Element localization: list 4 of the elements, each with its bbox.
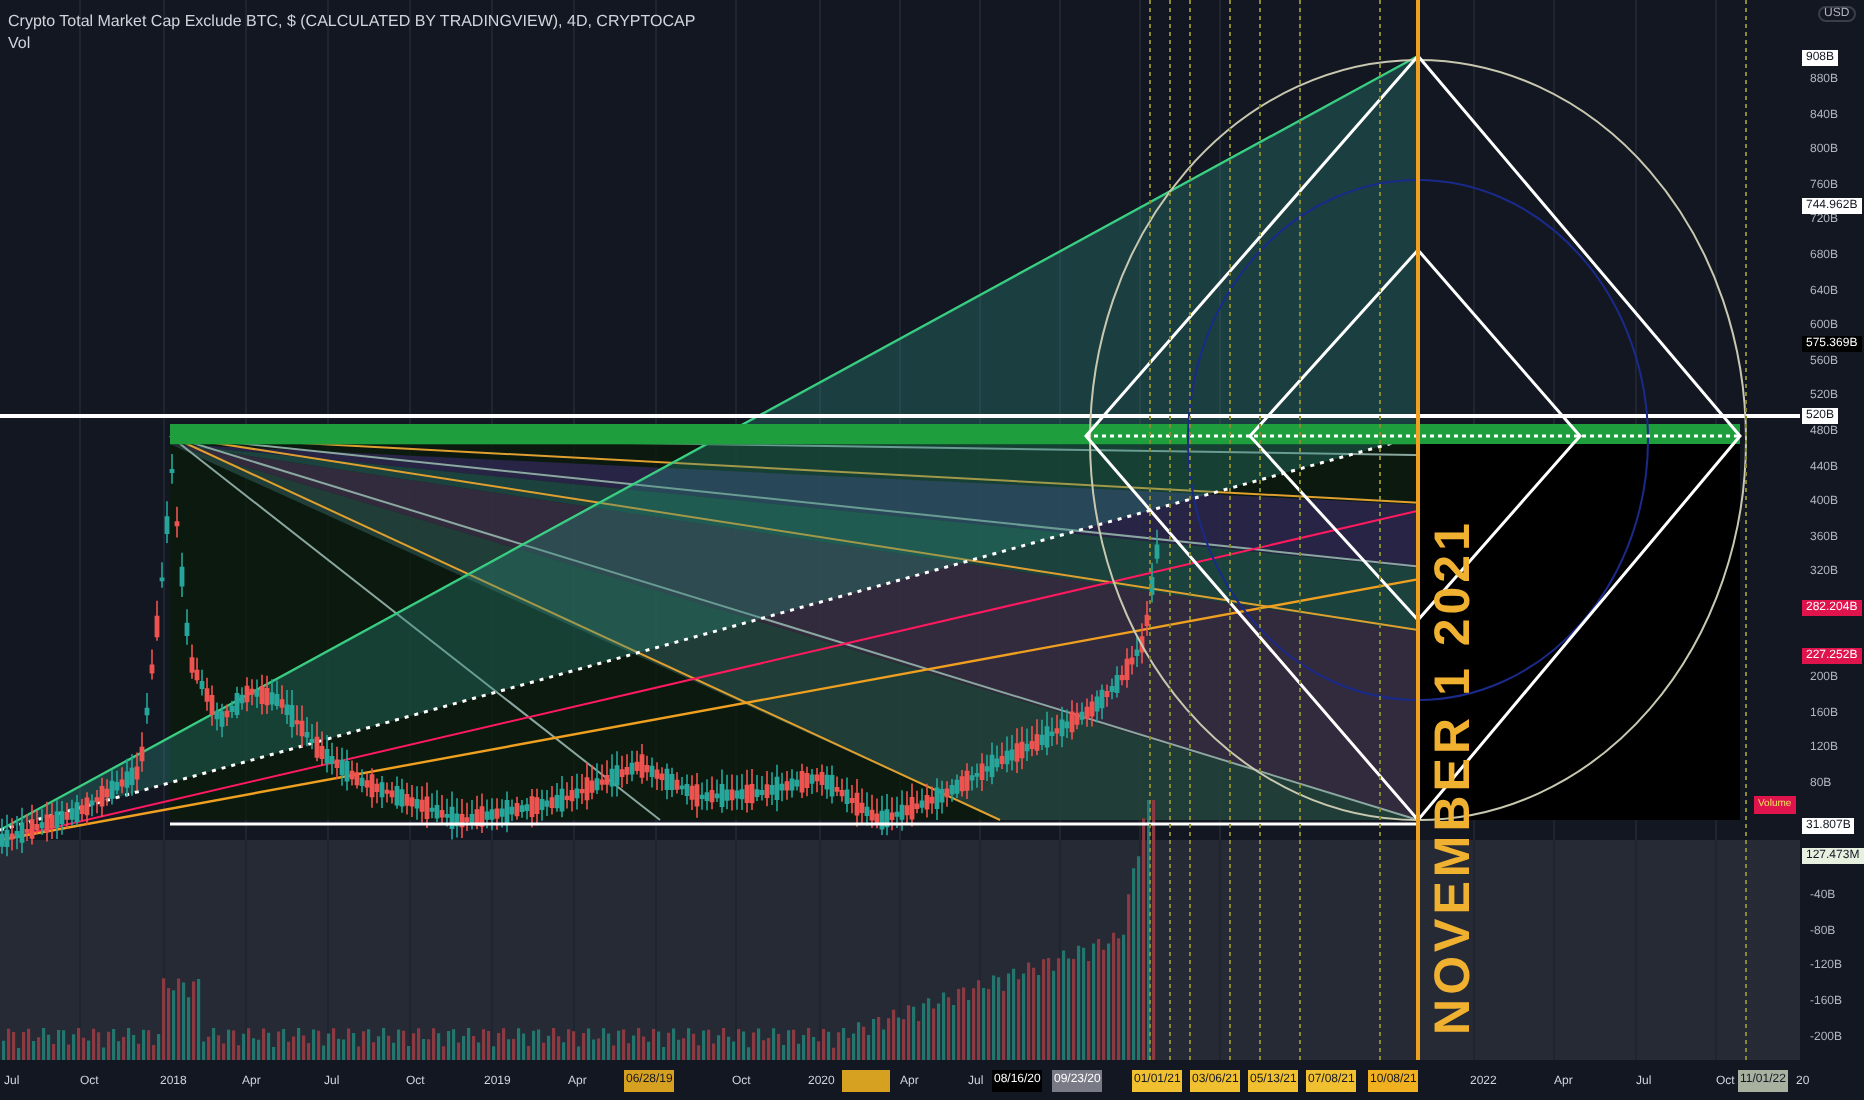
annotation-text: NOVEMBER 1 2021 — [1429, 518, 1479, 1034]
time-badge — [842, 1070, 890, 1092]
chart-legend-title: Crypto Total Market Cap Exclude BTC, $ (CALCULATED BY TRADINGVIEW), 4D, CRYPTOCAP — [8, 14, 696, 30]
indicator-label: Vol — [8, 36, 31, 52]
